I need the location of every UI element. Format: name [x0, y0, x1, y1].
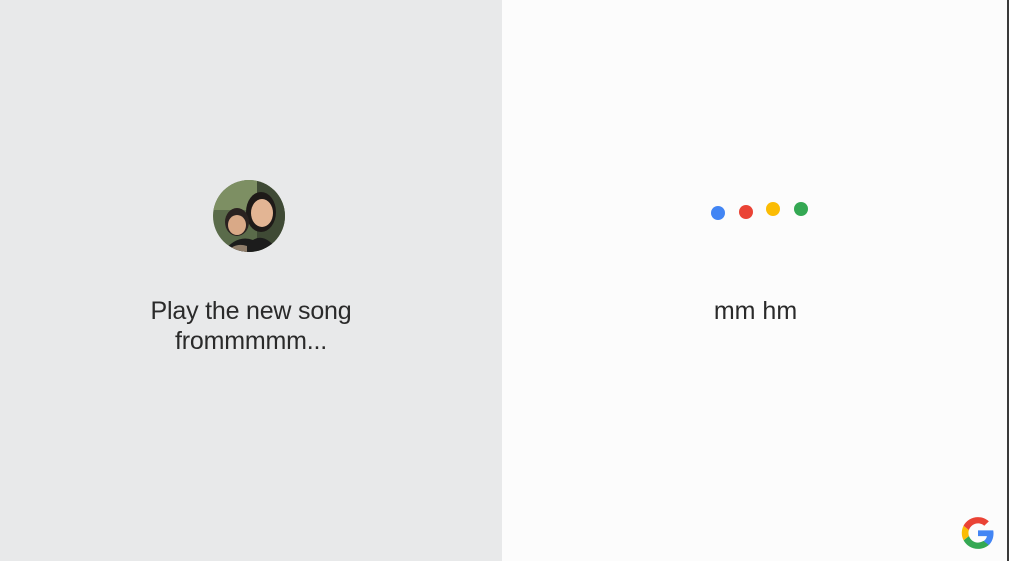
yellow-dot-icon: [766, 202, 780, 216]
user-query-line-1: Play the new song: [150, 297, 352, 325]
red-dot-icon: [739, 205, 753, 219]
user-query-text: Play the new song frommmmm...: [0, 296, 502, 356]
assistant-panel: mm hm: [502, 0, 1009, 561]
green-dot-icon: [794, 202, 808, 216]
user-avatar: [213, 180, 285, 252]
google-g-logo-icon: [961, 517, 994, 549]
blue-dot-icon: [711, 206, 725, 220]
assistant-reply-text: mm hm: [713, 297, 798, 325]
assistant-listening-dots: [502, 0, 1009, 561]
avatar-photo-icon: [213, 180, 285, 252]
assistant-conversation-stage: Play the new song frommmmm... mm hm: [0, 0, 1009, 561]
user-query-line-2: frommmmm...: [175, 327, 327, 355]
user-panel: Play the new song frommmmm...: [0, 0, 502, 561]
